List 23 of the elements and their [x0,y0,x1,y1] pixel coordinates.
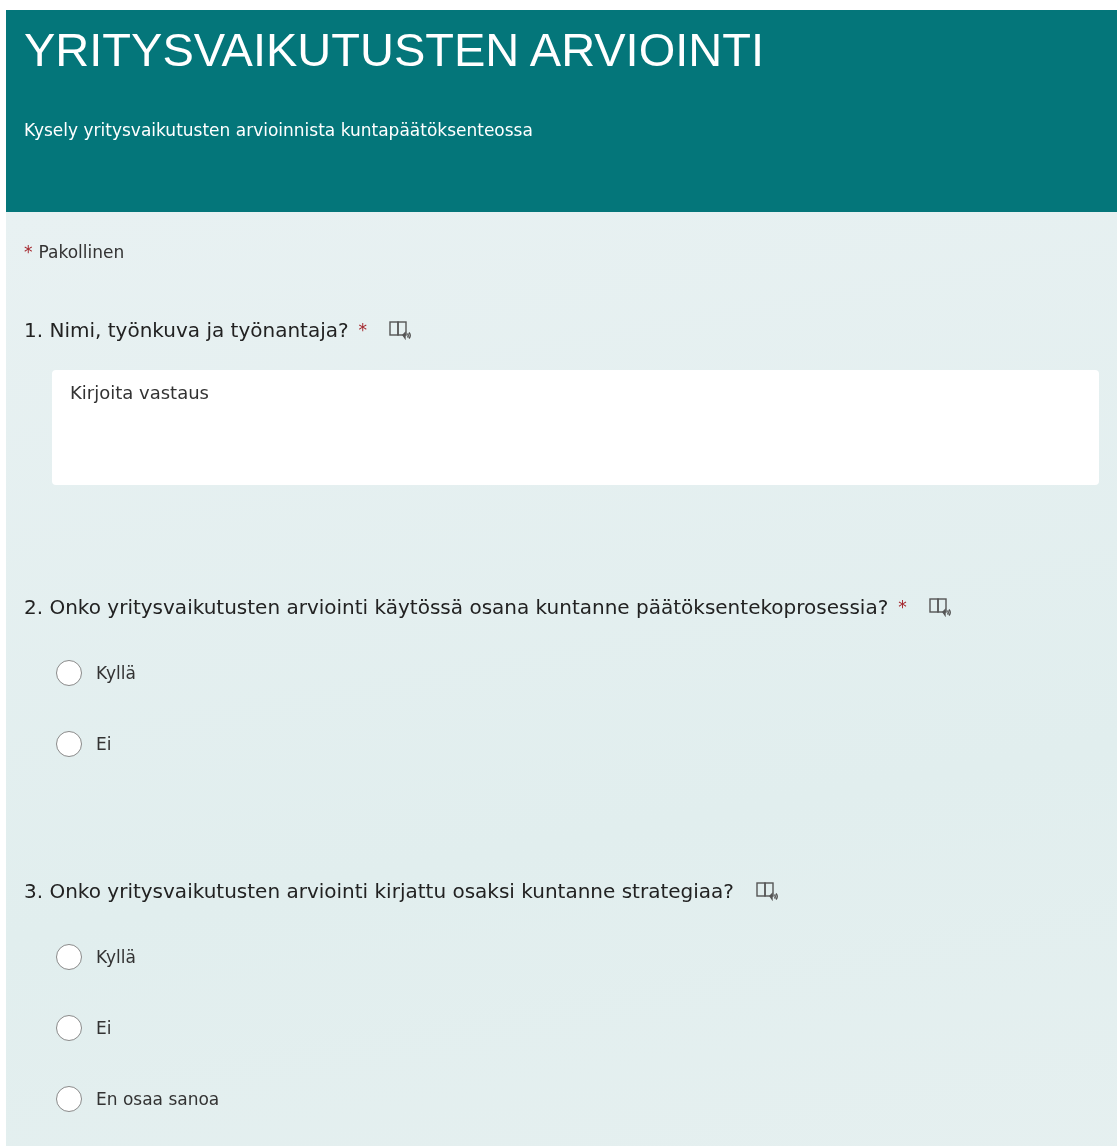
required-note: Pakollinen [38,242,125,262]
immersive-reader-icon[interactable] [928,597,951,617]
option-label[interactable]: Kyllä [96,662,136,683]
immersive-reader-icon[interactable] [389,320,412,340]
required-mark: * [358,320,368,340]
question-text: 3. Onko yritysvaikutusten arviointi kirjattu osaksi kuntanne strategiaa? [24,879,734,903]
option-label[interactable]: Ei [96,1017,112,1038]
option-label[interactable]: Kyllä [96,946,136,967]
form-subtitle: Kysely yritysvaikutusten arvioinnista kuntapäätöksenteossa [24,120,534,140]
form-title: YRITYSVAIKUTUSTEN ARVIOINTI [24,22,765,78]
question-text: 1. Nimi, työnkuva ja työnantaja? [24,318,349,342]
radio-button[interactable] [56,1085,82,1112]
option-label[interactable]: Ei [96,733,112,754]
immersive-reader-icon[interactable] [755,881,778,901]
radio-button[interactable] [56,730,82,757]
question-text: 2. Onko yritysvaikutusten arviointi käytössä osana kuntanne päätöksentekoprosessia? [24,595,889,619]
required-mark: * [24,242,33,262]
radio-button[interactable] [56,659,82,686]
required-mark: * [898,597,907,617]
radio-button[interactable] [56,1014,82,1041]
radio-button[interactable] [56,943,82,970]
answer-field[interactable]: Kirjoita vastaus [52,370,1099,485]
option-label[interactable]: En osaa sanoa [96,1088,220,1109]
